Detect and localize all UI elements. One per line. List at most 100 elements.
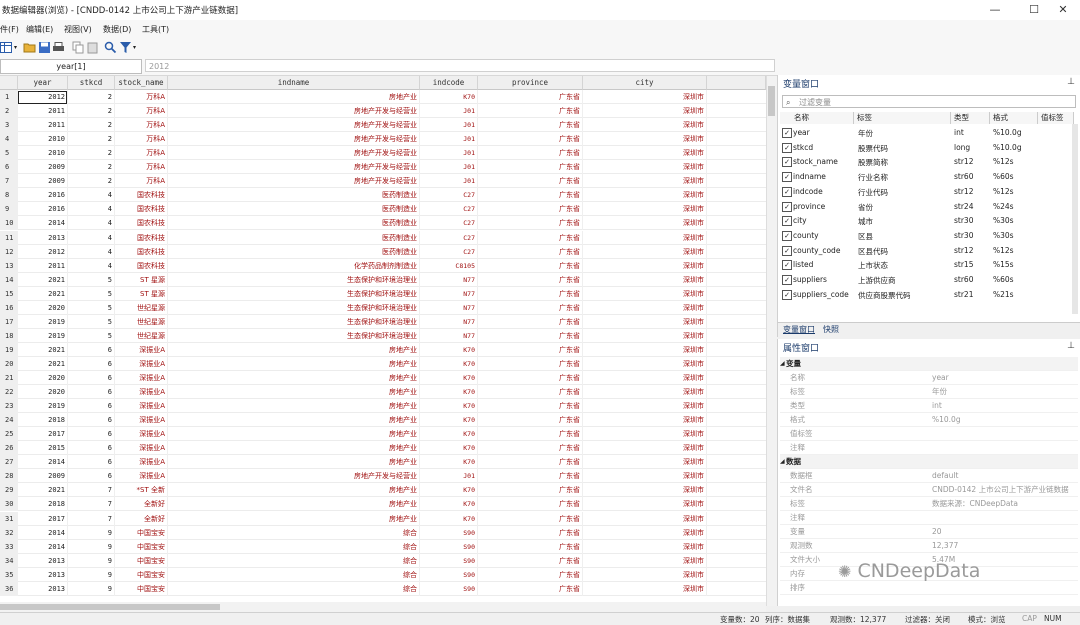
cell-province[interactable]: 广东省 bbox=[478, 314, 583, 329]
cell-indname[interactable]: 医药制造业 bbox=[168, 230, 420, 245]
cell-city[interactable]: 深圳市 bbox=[583, 272, 707, 287]
cell-province[interactable]: 广东省 bbox=[478, 441, 583, 456]
cell-city[interactable]: 深圳市 bbox=[583, 258, 707, 273]
cell-indcode[interactable]: K70 bbox=[420, 483, 478, 498]
table-row[interactable]: 6 2009 2 万科A 房地产开发与经营业 J01 广东省 深圳市 bbox=[0, 160, 766, 175]
cell-stkcd[interactable]: 7 bbox=[68, 497, 115, 512]
cell-indname[interactable]: 医药制造业 bbox=[168, 202, 420, 217]
row-number[interactable]: 10 bbox=[0, 216, 18, 231]
row-number[interactable]: 18 bbox=[0, 328, 18, 343]
column-header-stkcd[interactable]: stkcd bbox=[68, 76, 115, 90]
variable-checkbox[interactable]: ✓ bbox=[782, 216, 792, 227]
cell-stkcd[interactable]: 6 bbox=[68, 413, 115, 428]
cell-indname[interactable]: 房地产开发与经营业 bbox=[168, 118, 420, 133]
column-header-stock-name[interactable]: stock_name bbox=[115, 76, 168, 90]
horizontal-scrollbar[interactable] bbox=[0, 602, 766, 612]
properties-section[interactable]: ◢ 数据 bbox=[780, 455, 1078, 469]
row-number[interactable]: 13 bbox=[0, 258, 18, 273]
table-row[interactable]: 9 2016 4 国农科技 医药制造业 C27 广东省 深圳市 bbox=[0, 202, 766, 217]
cell-stock-name[interactable]: 深振业A bbox=[115, 427, 168, 442]
pin-icon[interactable]: ⊥ bbox=[1067, 341, 1075, 351]
cell-stkcd[interactable]: 4 bbox=[68, 202, 115, 217]
cell-city[interactable]: 深圳市 bbox=[583, 188, 707, 203]
cell-indname[interactable]: 医药制造业 bbox=[168, 216, 420, 231]
cell-stkcd[interactable]: 7 bbox=[68, 483, 115, 498]
cell-indname[interactable]: 房地产业 bbox=[168, 455, 420, 470]
cell-province[interactable]: 广东省 bbox=[478, 328, 583, 343]
chevron-down-icon[interactable]: ▾ bbox=[14, 44, 17, 51]
cell-stock-name[interactable]: 万科A bbox=[115, 160, 168, 175]
variable-row[interactable]: ✓ suppliers 上游供应商 str60 %60s bbox=[780, 273, 1068, 288]
cell-indcode[interactable]: J01 bbox=[420, 118, 478, 133]
row-number[interactable]: 30 bbox=[0, 497, 18, 512]
row-number[interactable]: 27 bbox=[0, 455, 18, 470]
cell-city[interactable]: 深圳市 bbox=[583, 455, 707, 470]
cell-indname[interactable]: 房地产业 bbox=[168, 399, 420, 414]
column-header-city[interactable]: city bbox=[583, 76, 707, 90]
cell-city[interactable]: 深圳市 bbox=[583, 497, 707, 512]
cell-stkcd[interactable]: 6 bbox=[68, 385, 115, 400]
cell-indname[interactable]: 医药制造业 bbox=[168, 188, 420, 203]
cell-indname[interactable]: 生态保护和环境治理业 bbox=[168, 300, 420, 315]
cell-city[interactable]: 深圳市 bbox=[583, 539, 707, 554]
variable-row[interactable]: ✓ year 年份 int %10.0g bbox=[780, 126, 1068, 141]
properties-section[interactable]: ◢ 变量 bbox=[780, 357, 1078, 371]
cell-indcode[interactable]: S90 bbox=[420, 525, 478, 540]
cell-stock-name[interactable]: 深振业A bbox=[115, 399, 168, 414]
cell-indcode[interactable]: S90 bbox=[420, 567, 478, 582]
cell-stock-name[interactable]: 国农科技 bbox=[115, 188, 168, 203]
cell-year[interactable]: 2015 bbox=[18, 441, 68, 456]
cell-province[interactable]: 广东省 bbox=[478, 511, 583, 526]
tab-snapshots[interactable]: 快照 bbox=[820, 324, 842, 335]
cell-city[interactable]: 深圳市 bbox=[583, 104, 707, 119]
cell-stock-name[interactable]: 全新好 bbox=[115, 511, 168, 526]
cell-stock-name[interactable]: 全新好 bbox=[115, 497, 168, 512]
print-icon[interactable] bbox=[52, 41, 65, 54]
cell-year[interactable]: 2016 bbox=[18, 202, 68, 217]
cell-indname[interactable]: 房地产业 bbox=[168, 497, 420, 512]
cell-indcode[interactable]: J01 bbox=[420, 469, 478, 484]
cell-stock-name[interactable]: 万科A bbox=[115, 174, 168, 189]
cell-stock-name[interactable]: 世纪星源 bbox=[115, 314, 168, 329]
variable-filter-input[interactable]: ⌕ 过滤变量 bbox=[782, 95, 1076, 108]
cell-indcode[interactable]: C27 bbox=[420, 216, 478, 231]
property-row[interactable]: 值标签 bbox=[780, 427, 1078, 441]
cell-indcode[interactable]: J01 bbox=[420, 160, 478, 175]
cell-indname[interactable]: 房地产业 bbox=[168, 483, 420, 498]
cell-province[interactable]: 广东省 bbox=[478, 286, 583, 301]
table-row[interactable]: 34 2013 9 中国宝安 综合 S90 广东省 深圳市 bbox=[0, 553, 766, 568]
table-row[interactable]: 26 2015 6 深振业A 房地产业 K70 广东省 深圳市 bbox=[0, 441, 766, 456]
cell-city[interactable]: 深圳市 bbox=[583, 356, 707, 371]
cell-city[interactable]: 深圳市 bbox=[583, 371, 707, 385]
cell-year[interactable]: 2016 bbox=[18, 188, 68, 203]
cell-city[interactable]: 深圳市 bbox=[583, 202, 707, 217]
cell-city[interactable]: 深圳市 bbox=[583, 399, 707, 414]
cell-stkcd[interactable]: 6 bbox=[68, 371, 115, 385]
cell-stock-name[interactable]: 国农科技 bbox=[115, 202, 168, 217]
cell-year[interactable]: 2013 bbox=[18, 567, 68, 582]
cell-stkcd[interactable]: 4 bbox=[68, 244, 115, 259]
cell-year[interactable]: 2020 bbox=[18, 300, 68, 315]
variable-row[interactable]: ✓ stkcd 股票代码 long %10.0g bbox=[780, 141, 1068, 156]
data-grid[interactable]: year stkcd stock_name indname indcode provinc… bbox=[0, 76, 766, 606]
cell-indcode[interactable]: N77 bbox=[420, 300, 478, 315]
column-header-province[interactable]: province bbox=[478, 76, 583, 90]
table-row[interactable]: 10 2014 4 国农科技 医药制造业 C27 广东省 深圳市 bbox=[0, 216, 766, 231]
cell-year[interactable]: 2021 bbox=[18, 342, 68, 357]
cell-stkcd[interactable]: 2 bbox=[68, 146, 115, 161]
cell-year[interactable]: 2017 bbox=[18, 427, 68, 442]
variable-checkbox[interactable]: ✓ bbox=[782, 230, 792, 241]
cell-year[interactable]: 2019 bbox=[18, 328, 68, 343]
cell-city[interactable]: 深圳市 bbox=[583, 511, 707, 526]
minimize-button[interactable]: — bbox=[978, 0, 1012, 20]
table-row[interactable]: 24 2018 6 深振业A 房地产业 K70 广东省 深圳市 bbox=[0, 413, 766, 428]
cell-indcode[interactable]: K70 bbox=[420, 385, 478, 400]
variables-header-3[interactable]: 格式 bbox=[990, 112, 1038, 124]
cell-city[interactable]: 深圳市 bbox=[583, 328, 707, 343]
variable-checkbox[interactable]: ✓ bbox=[782, 128, 792, 138]
close-button[interactable]: ✕ bbox=[1046, 0, 1080, 20]
property-row[interactable]: 变量 20 bbox=[780, 525, 1078, 539]
menu-data[interactable]: 数据(D) bbox=[103, 24, 131, 35]
collapse-icon[interactable]: ◢ bbox=[780, 357, 785, 371]
cell-year[interactable]: 2014 bbox=[18, 455, 68, 470]
